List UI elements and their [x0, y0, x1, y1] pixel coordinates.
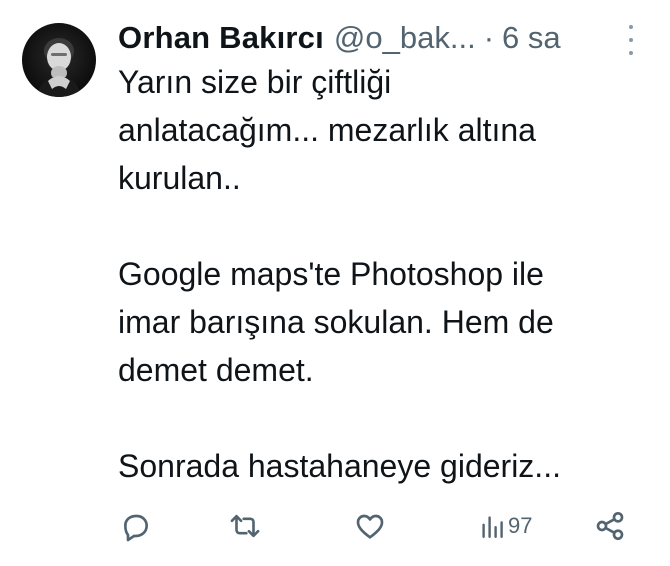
avatar[interactable] — [22, 23, 96, 97]
tweet-header: Orhan Bakırcı @o_bak... · 6 sa — [118, 16, 658, 60]
display-name[interactable]: Orhan Bakırcı — [118, 20, 324, 56]
tweet-paragraph: Yarın size bir çiftliği anlatacağım... m… — [118, 58, 648, 202]
views-count: 97 — [508, 513, 533, 538]
share-icon — [596, 512, 624, 540]
tweet-line: kurulan.. — [118, 160, 241, 196]
retweet-icon — [230, 514, 260, 538]
tweet-paragraph: Google maps'te Photoshop ile imar barışı… — [118, 250, 648, 394]
tweet-line: anlatacağım... mezarlık altına — [118, 112, 536, 148]
like-button[interactable] — [354, 506, 386, 546]
views-icon — [482, 516, 503, 539]
separator-dot: · — [483, 20, 495, 55]
retweet-button[interactable] — [228, 506, 262, 546]
views-button[interactable]: 97 — [480, 506, 532, 546]
tweet-text: Yarın size bir çiftliği anlatacağım... m… — [118, 58, 648, 490]
reply-button[interactable] — [120, 506, 152, 546]
tweet[interactable]: Orhan Bakırcı @o_bak... · 6 sa Yarın siz… — [0, 0, 670, 566]
tweet-line: demet demet. — [118, 352, 314, 388]
share-button[interactable] — [594, 506, 626, 546]
tweet-line: imar barışına sokulan. Hem de — [118, 304, 554, 340]
tweet-line: Yarın size bir çiftliği — [118, 64, 392, 100]
reply-icon — [124, 514, 148, 542]
timestamp[interactable]: 6 sa — [502, 20, 561, 56]
tweet-paragraph: Sonrada hastahaneye gideriz... — [118, 442, 648, 490]
action-bar: 97 — [118, 506, 638, 546]
tweet-line: Google maps'te Photoshop ile — [118, 256, 544, 292]
heart-icon — [356, 514, 384, 539]
handle[interactable]: @o_bak... — [334, 20, 476, 56]
more-options-icon[interactable] — [621, 25, 641, 55]
tweet-line: Sonrada hastahaneye gideriz... — [118, 448, 561, 484]
